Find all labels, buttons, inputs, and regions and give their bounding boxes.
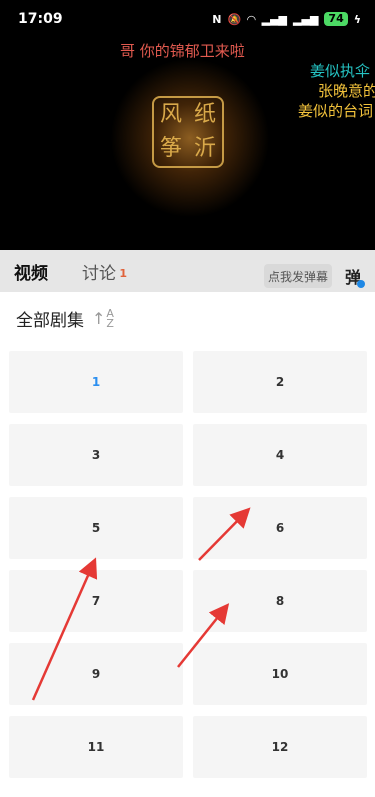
episode-button[interactable]: 9 (9, 643, 183, 705)
mute-icon: 🔕 (227, 12, 242, 26)
signal-icon-2: ▂▄▆ (293, 12, 319, 26)
episode-button[interactable]: 3 (9, 424, 183, 486)
episode-button[interactable]: 8 (193, 570, 367, 632)
danmaku-toggle[interactable]: 弹 (345, 264, 365, 288)
panel-title: 全部剧集 (16, 311, 84, 331)
tab-video[interactable]: 视频 (14, 259, 48, 284)
tab-video-label: 视频 (14, 263, 48, 284)
charging-icon: ϟ (353, 12, 361, 26)
logo-char: 筝 (159, 136, 182, 161)
episode-button[interactable]: 1 (9, 351, 183, 413)
danmaku-comment: 哥 你的锦郁卫来啦 (120, 42, 245, 60)
signal-icon-1: ▂▄▆ (261, 12, 288, 26)
episode-button[interactable]: 7 (9, 570, 183, 632)
channel-logo: 风 纸 筝 沂 (152, 96, 224, 168)
send-danmaku-button[interactable]: 点我发弹幕 (264, 264, 332, 288)
sort-arrow-icon: ↑ (92, 308, 106, 328)
episode-button[interactable]: 6 (193, 497, 367, 559)
episode-button[interactable]: 11 (9, 716, 183, 778)
logo-char: 沂 (193, 136, 216, 161)
episode-grid: 1 2 3 4 5 6 7 8 9 10 11 12 (9, 351, 367, 778)
episode-button[interactable]: 2 (193, 351, 367, 413)
status-icons: N 🔕 ◠ ▂▄▆ ▂▄▆ 74 ϟ (212, 12, 361, 26)
danmaku-comment: 姜似的台词 (298, 102, 374, 120)
panel-header: 全部剧集 ↑ A Z (16, 306, 114, 332)
sort-z: Z (106, 316, 114, 330)
battery-level: 74 (324, 12, 348, 26)
video-player[interactable]: 风 纸 筝 沂 哥 你的锦郁卫来啦 姜似执伞 张晚意的 姜似的台词 (0, 38, 375, 250)
logo-char: 风 (159, 102, 182, 127)
nfc-icon: N (212, 12, 222, 26)
discussion-count-badge: 1 (119, 266, 127, 280)
sort-order-icon[interactable]: ↑ A Z (92, 308, 114, 330)
episode-panel: 全部剧集 ↑ A Z 1 2 3 4 5 6 7 8 9 10 11 12 (0, 292, 375, 797)
danmaku-toggle-indicator (357, 280, 365, 288)
status-time: 17:09 (18, 11, 63, 27)
tab-discussion[interactable]: 讨论 1 (82, 259, 127, 284)
logo-char: 纸 (193, 102, 216, 127)
tab-discussion-label: 讨论 (82, 263, 116, 284)
episode-button[interactable]: 10 (193, 643, 367, 705)
danmaku-comment: 张晚意的 (318, 82, 375, 100)
sort-az-label: A Z (106, 308, 114, 330)
wifi-icon: ◠ (247, 12, 256, 26)
episode-button[interactable]: 4 (193, 424, 367, 486)
danmaku-comment: 姜似执伞 (310, 62, 371, 80)
episode-button[interactable]: 12 (193, 716, 367, 778)
status-bar: 17:09 N 🔕 ◠ ▂▄▆ ▂▄▆ 74 ϟ (0, 0, 375, 38)
episode-button[interactable]: 5 (9, 497, 183, 559)
